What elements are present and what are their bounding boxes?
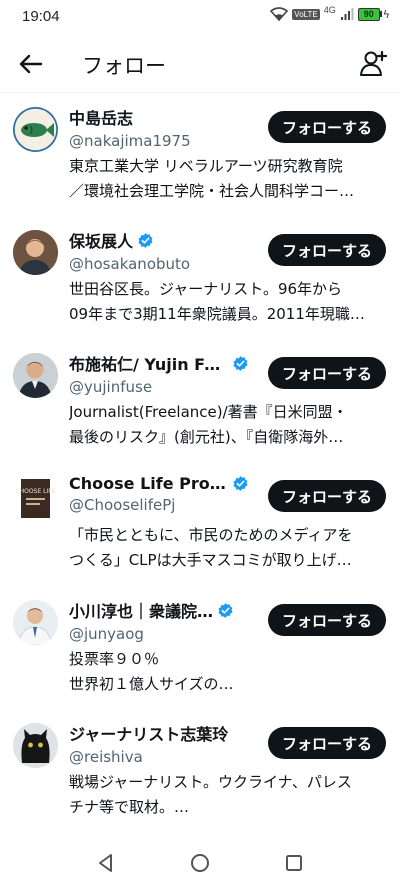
battery-icon: 90 ϟ bbox=[357, 7, 390, 21]
bio-line: 東京工業大学 リベラルアーツ研究教育院 bbox=[69, 157, 343, 175]
network-type: 4G bbox=[323, 5, 336, 15]
bio-line: 「市民とともに、市民のためのメディアを bbox=[69, 526, 353, 544]
follow-button[interactable]: フォローする bbox=[267, 727, 386, 759]
volte-badge: VoLTE bbox=[292, 8, 320, 20]
user-name: 小川淳也｜衆議院… bbox=[69, 602, 214, 621]
bio-line: 戦場ジャーナリスト。ウクライナ、パレス bbox=[69, 773, 352, 791]
avatar-logo-text: CHOOSE LIFE bbox=[15, 488, 55, 495]
signal-icon bbox=[340, 8, 354, 20]
add-user-icon[interactable] bbox=[358, 48, 388, 78]
user-handle: @reishiva bbox=[69, 748, 143, 766]
user-cell[interactable]: 小川淳也｜衆議院… @junyaog フォローする 投票率９０％ 世界初１億人サ… bbox=[0, 589, 400, 712]
status-icons: VoLTE 4G 90 ϟ bbox=[270, 5, 390, 21]
verified-badge-icon bbox=[233, 476, 248, 491]
avatar[interactable] bbox=[13, 230, 58, 275]
user-name: 布施祐仁/ Yujin Fu… bbox=[69, 355, 228, 374]
verified-badge-icon bbox=[233, 355, 248, 371]
avatar[interactable] bbox=[13, 107, 58, 152]
user-handle: @nakajima1975 bbox=[69, 132, 191, 150]
bio-line: チナ等で取材。… bbox=[69, 798, 190, 816]
home-circle-icon[interactable] bbox=[188, 851, 212, 875]
user-bio: 「市民とともに、市民のためのメディアを つくる」CLPは大手マスコミが取り上げ… bbox=[69, 523, 385, 573]
header-divider bbox=[0, 92, 400, 93]
recents-square-icon[interactable] bbox=[282, 851, 306, 875]
verified-badge-icon bbox=[138, 232, 153, 248]
bio-line: 最後のリスク』(創元社)、『自衛隊海外… bbox=[69, 428, 344, 446]
user-bio: Journalist(Freelance)/著書『日米同盟・ 最後のリスク』(創… bbox=[69, 400, 385, 450]
avatar[interactable] bbox=[13, 723, 58, 768]
user-handle: @yujinfuse bbox=[69, 378, 153, 396]
user-handle: @junyaog bbox=[69, 625, 144, 643]
verified-badge-icon bbox=[218, 602, 233, 618]
bio-line: つくる」CLPは大手マスコミが取り上げ… bbox=[69, 551, 352, 569]
follow-button[interactable]: フォローする bbox=[267, 480, 386, 512]
follow-button[interactable]: フォローする bbox=[267, 111, 386, 143]
status-bar: 19:04 VoLTE 4G 90 ϟ bbox=[0, 0, 400, 34]
user-name: 中島岳志 bbox=[69, 109, 134, 128]
user-name: Choose Life Project bbox=[69, 474, 228, 493]
user-bio: 戦場ジャーナリスト。ウクライナ、パレス チナ等で取材。… bbox=[69, 770, 385, 820]
avatar[interactable]: CHOOSE LIFE bbox=[13, 476, 58, 521]
system-nav-bar bbox=[0, 839, 400, 889]
wifi-icon bbox=[270, 7, 289, 21]
user-bio: 投票率９０％ 世界初１億人サイズの… bbox=[69, 647, 385, 697]
user-handle: @hosakanobuto bbox=[69, 255, 191, 273]
bio-line: ／環境社会理工学院・社会人間科学コー… bbox=[69, 182, 355, 200]
avatar[interactable] bbox=[13, 600, 58, 645]
bio-line: 世界初１億人サイズの… bbox=[69, 675, 234, 693]
page-title: フォロー bbox=[82, 54, 166, 78]
status-time: 19:04 bbox=[22, 8, 60, 25]
top-bar: フォロー bbox=[0, 38, 400, 90]
bio-line: 世田谷区長。ジャーナリスト。96年から bbox=[69, 280, 343, 298]
user-cell[interactable]: CHOOSE LIFE Choose Life Project @Choosel… bbox=[0, 465, 400, 588]
user-name: ジャーナリスト志葉玲 bbox=[69, 725, 229, 744]
user-cell[interactable]: 布施祐仁/ Yujin Fu… @yujinfuse フォローする Journa… bbox=[0, 342, 400, 465]
bio-line: 投票率９０％ bbox=[69, 650, 160, 668]
back-arrow-icon[interactable] bbox=[16, 50, 46, 78]
user-cell[interactable]: 保坂展人 @hosakanobuto フォローする 世田谷区長。ジャーナリスト。… bbox=[0, 219, 400, 342]
user-cell[interactable]: ジャーナリスト志葉玲 @reishiva フォローする 戦場ジャーナリスト。ウク… bbox=[0, 712, 400, 835]
user-name: 保坂展人 bbox=[69, 232, 134, 251]
bio-line: Journalist(Freelance)/著書『日米同盟・ bbox=[69, 403, 348, 421]
bio-line: 09年まで3期11年衆院議員。2011年現職… bbox=[69, 305, 365, 323]
follow-button[interactable]: フォローする bbox=[267, 604, 386, 636]
back-triangle-icon[interactable] bbox=[94, 851, 118, 875]
battery-level: 90 bbox=[357, 7, 380, 21]
user-bio: 東京工業大学 リベラルアーツ研究教育院 ／環境社会理工学院・社会人間科学コー… bbox=[69, 154, 385, 204]
user-cell[interactable]: 中島岳志 @nakajima1975 フォローする 東京工業大学 リベラルアーツ… bbox=[0, 96, 400, 219]
avatar[interactable] bbox=[13, 353, 58, 398]
follow-button[interactable]: フォローする bbox=[267, 234, 386, 266]
follow-button[interactable]: フォローする bbox=[267, 357, 386, 389]
user-bio: 世田谷区長。ジャーナリスト。96年から 09年まで3期11年衆院議員。2011年… bbox=[69, 277, 385, 327]
user-handle: @ChooselifePj bbox=[69, 496, 176, 514]
